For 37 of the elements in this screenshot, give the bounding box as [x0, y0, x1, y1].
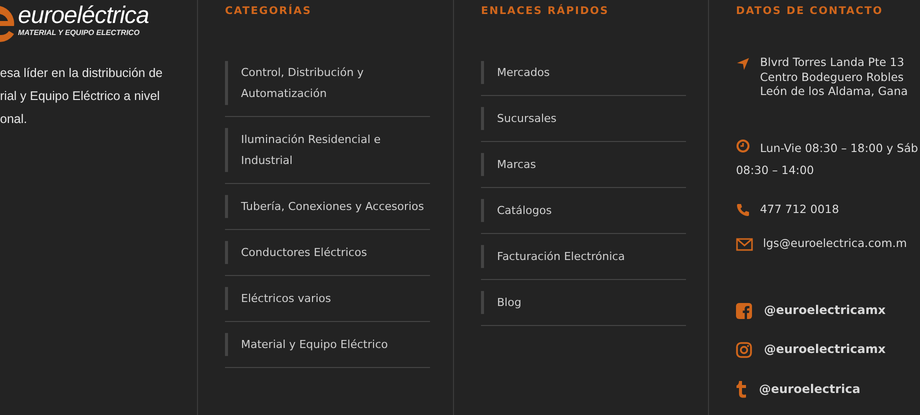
- social-handle[interactable]: @euroelectricamx: [764, 342, 886, 356]
- about-text: rial y Equipo Eléctrico a nivel: [0, 88, 161, 105]
- social-handle[interactable]: @euroelectricamx: [764, 303, 886, 317]
- footer-link[interactable]: Facturación Electrónica: [481, 245, 686, 268]
- about-text: esa líder en la distribución de: [0, 65, 164, 82]
- footer-link[interactable]: Blog: [481, 291, 686, 314]
- column-heading: DATOS DE CONTACTO: [736, 4, 884, 18]
- column-heading: ENLACES RÁPIDOS: [481, 4, 610, 18]
- contact-text: Lun-Vie 08:30 – 18:00 y Sáb: [760, 140, 918, 156]
- phone-icon: [736, 202, 750, 216]
- footer-link[interactable]: Eléctricos varios: [225, 287, 430, 310]
- footer-link[interactable]: Tubería, Conexiones y Accesorios: [225, 195, 430, 218]
- column-heading: CATEGORÍAS: [225, 4, 313, 18]
- contact-text: lgs@euroelectrica.com.m: [763, 236, 907, 252]
- about-text: onal.: [0, 111, 28, 128]
- tumblr-icon[interactable]: [736, 380, 747, 398]
- contact-text: 08:30 – 14:00: [736, 162, 815, 178]
- footer-link[interactable]: Control, Distribución y Automatización: [225, 61, 430, 105]
- brand-name: euroeléctrica: [18, 4, 149, 28]
- contact-text: Centro Bodeguero Robles: [760, 70, 905, 85]
- footer-link[interactable]: Mercados: [481, 61, 686, 84]
- footer-link[interactable]: Marcas: [481, 153, 686, 176]
- contact-text: 477 712 0018: [760, 202, 840, 218]
- footer-link[interactable]: Conductores Eléctricos: [225, 241, 430, 264]
- footer-link[interactable]: Material y Equipo Eléctrico: [225, 333, 430, 356]
- footer-link[interactable]: Sucursales: [481, 107, 686, 130]
- footer-link[interactable]: Iluminación Residencial e Industrial: [225, 128, 430, 172]
- footer-link[interactable]: Catálogos: [481, 199, 686, 222]
- social-handle[interactable]: @euroelectrica: [759, 382, 860, 396]
- location-arrow-icon: [736, 57, 750, 71]
- contact-text: León de los Aldama, Gana: [760, 85, 908, 100]
- clock-icon: [736, 138, 750, 152]
- facebook-icon[interactable]: [736, 302, 752, 318]
- contact-text: Blvrd Torres Landa Pte 13: [760, 56, 906, 70]
- instagram-icon[interactable]: [736, 342, 752, 358]
- logo-mark-icon: [0, 4, 16, 44]
- envelope-icon: [736, 236, 753, 250]
